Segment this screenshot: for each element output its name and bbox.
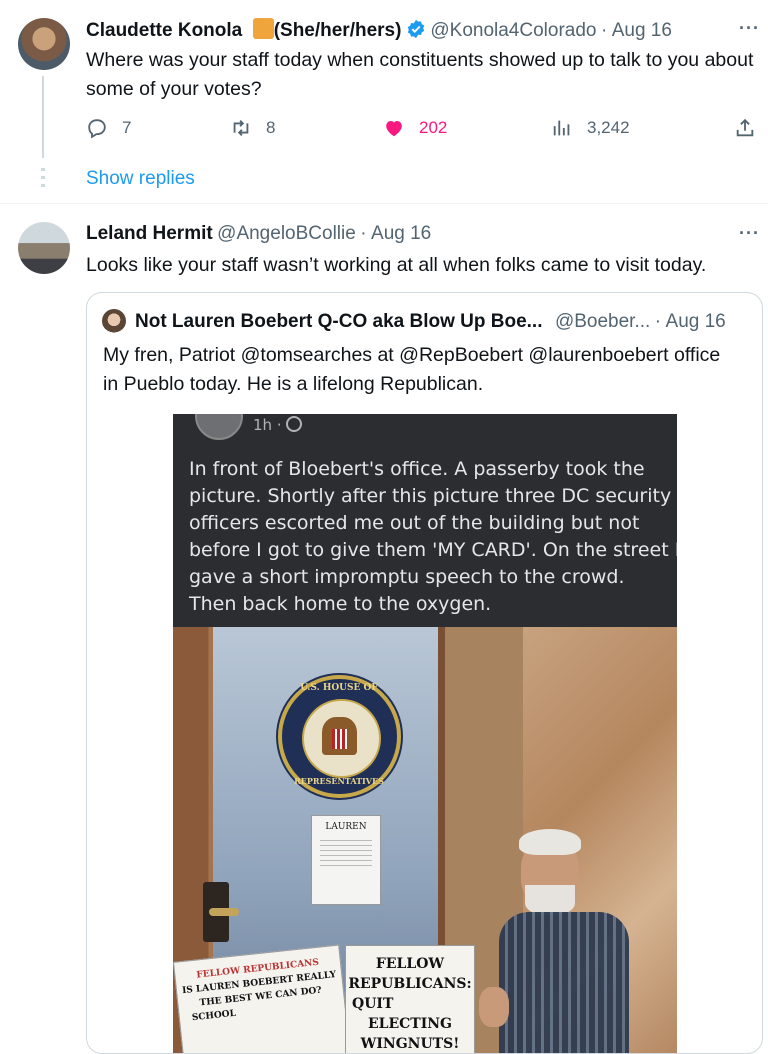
quote-text-line1: My fren, Patriot @tomsearches at @RepBoe… [103, 344, 721, 366]
pronouns: (She/her/hers) [273, 20, 402, 41]
globe-icon [286, 416, 303, 432]
tweet-date[interactable]: Aug 16 [371, 223, 431, 244]
embedded-time: 1h · [253, 416, 303, 434]
separator: · [600, 20, 608, 41]
embedded-avatar [195, 414, 243, 440]
tweet1-header: Claudette Konola (She/her/hers) @Konola4… [86, 18, 672, 42]
embedded-post-panel: 1h · In front of Bloebert's office. A pa… [173, 414, 677, 627]
thread-line [42, 76, 44, 158]
author-name[interactable]: Claudette Konola [86, 20, 242, 41]
divider [0, 203, 768, 204]
verified-badge-icon[interactable] [406, 19, 426, 39]
avatar-leland[interactable] [18, 222, 70, 274]
seal-text-bottom: REPRESENTATIVES [294, 776, 384, 786]
view-count: 3,242 [587, 118, 630, 137]
show-replies-link[interactable]: Show replies [86, 168, 195, 190]
door-handle [203, 882, 239, 942]
share-icon [736, 118, 754, 137]
tweet2-header: Leland Hermit @AngeloBCollie · Aug 16 [86, 223, 431, 245]
orange-square-emoji [252, 18, 274, 39]
quote-header: Not Lauren Boebert Q-CO aka Blow Up Boe.… [135, 311, 750, 333]
heart-filled-icon [386, 120, 402, 137]
man-figure [479, 829, 641, 1053]
quote-text-line2: in Pueblo today. He is a lifelong Republ… [103, 373, 484, 395]
quoted-author-handle: @Boeber... [554, 311, 651, 332]
door-notice: LAUREN [311, 815, 381, 905]
reply-count: 7 [122, 118, 132, 137]
reply-icon [88, 119, 106, 139]
retweet-button[interactable]: 8 [230, 117, 275, 139]
author-handle[interactable]: @Konola4Colorado [430, 20, 596, 41]
quoted-author-name: Not Lauren Boebert Q-CO aka Blow Up Boe.… [135, 311, 543, 332]
tweet2-text: Looks like your staff wasn’t working at … [86, 254, 707, 276]
quoted-media[interactable]: 1h · In front of Bloebert's office. A pa… [173, 414, 677, 1053]
retweet-icon [233, 120, 249, 136]
author-handle[interactable]: @AngeloBCollie [217, 223, 356, 244]
seal-text-top: U.S. HOUSE OF [300, 683, 378, 693]
tweet1-text: Where was your staff today when constitu… [86, 49, 754, 100]
avatar-claudette[interactable] [18, 18, 70, 70]
separator: · [360, 223, 367, 244]
separator: · [654, 311, 662, 332]
retweet-count: 8 [266, 118, 276, 137]
more-options-icon[interactable]: ··· [739, 223, 760, 244]
avatar-quoted-author [102, 309, 126, 333]
analytics-icon [553, 120, 570, 136]
author-name[interactable]: Leland Hermit [86, 223, 213, 244]
quoted-tweet-card[interactable]: Not Lauren Boebert Q-CO aka Blow Up Boe.… [86, 292, 763, 1054]
like-button[interactable]: 202 [383, 117, 447, 139]
thread-dots [41, 168, 45, 192]
embedded-post-text: In front of Bloebert's office. A passerb… [189, 458, 677, 615]
reply-button[interactable]: 7 [86, 117, 131, 139]
more-options-icon[interactable]: ··· [739, 18, 760, 39]
share-button[interactable] [734, 117, 756, 139]
office-door-photo: U.S. HOUSE OF REPRESENTATIVES LAUREN FEL… [173, 627, 677, 1053]
views-button[interactable]: 3,242 [551, 117, 630, 139]
tweet-date[interactable]: Aug 16 [612, 20, 672, 41]
quoted-date: Aug 16 [665, 311, 726, 332]
house-seal: U.S. HOUSE OF REPRESENTATIVES [278, 675, 401, 798]
like-count: 202 [419, 118, 448, 137]
